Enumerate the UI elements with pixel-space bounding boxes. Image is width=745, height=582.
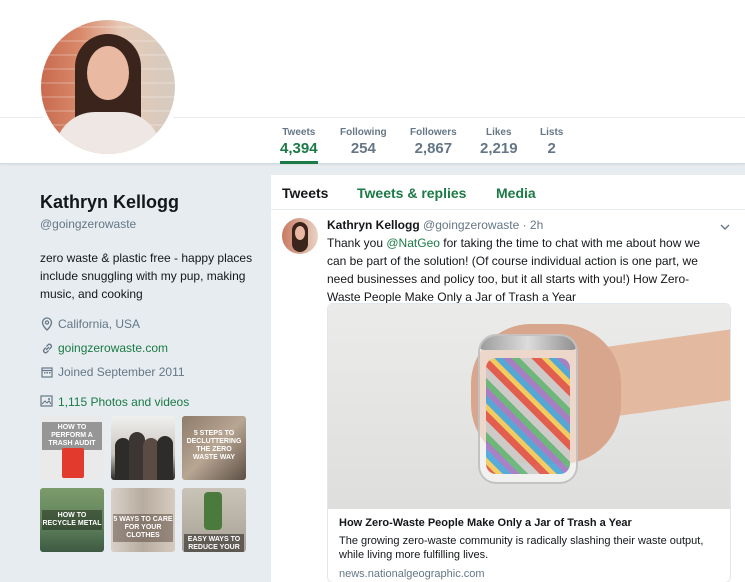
photo-thumbnail-caption: 5 ways to care for YOUR CLOTHES: [113, 514, 173, 542]
photo-thumbnail[interactable]: HOW TO recycle metal: [40, 488, 104, 552]
photos-and-videos-link[interactable]: 1,115 Photos and videos: [40, 395, 265, 409]
tab-tweets[interactable]: Tweets: [282, 185, 328, 201]
link-preview-description: The growing zero-waste community is radi…: [339, 535, 704, 561]
photo-thumbnail[interactable]: 5 steps to DECLUTTERING the zero waste W…: [182, 416, 246, 480]
photo-thumbnail[interactable]: easy ways to reduce your waste with the …: [182, 488, 246, 552]
profile-website: goingzerowaste.com: [40, 341, 265, 355]
timeline-panel: Tweets Tweets & replies Media Kathryn Ke…: [270, 175, 745, 582]
photo-icon: [40, 395, 54, 409]
location-pin-icon: [40, 317, 54, 331]
link-preview-domain: news.nationalgeographic.com: [339, 568, 485, 580]
stat-following-value: 254: [350, 140, 376, 157]
calendar-icon: [40, 365, 54, 379]
tweet-author-avatar[interactable]: [282, 218, 318, 254]
profile-website-link[interactable]: goingzerowaste.com: [58, 341, 168, 355]
link-preview-card[interactable]: How Zero-Waste People Make Only a Jar of…: [327, 303, 731, 582]
photo-thumbnail-caption: HOW TO recycle metal: [42, 510, 102, 530]
stat-tweets-value: 4,394: [280, 140, 318, 157]
profile-bio: zero waste & plastic free - happy places…: [40, 251, 253, 301]
tweet-text: Thank you @NatGeo for taking the time to…: [327, 234, 722, 306]
profile-avatar[interactable]: [36, 15, 180, 159]
stat-tweets-label: Tweets: [282, 127, 316, 138]
tab-media[interactable]: Media: [496, 185, 536, 201]
profile-name[interactable]: Kathryn Kellogg: [40, 192, 265, 213]
photo-thumbnail-caption: 5 steps to DECLUTTERING the zero waste W…: [186, 430, 242, 461]
photo-thumbnail[interactable]: [111, 416, 175, 480]
link-preview-body: How Zero-Waste People Make Only a Jar of…: [328, 509, 730, 580]
stat-lists[interactable]: Lists 2: [540, 127, 563, 157]
stat-likes[interactable]: Likes 2,219: [480, 127, 518, 157]
stat-followers-value: 2,867: [414, 140, 453, 157]
stat-following[interactable]: Following 254: [340, 127, 387, 157]
profile-avatar-photo: [41, 20, 175, 154]
stat-likes-label: Likes: [485, 127, 512, 138]
tweet-author-handle[interactable]: @goingzerowaste: [423, 218, 519, 232]
profile-sidebar: Kathryn Kellogg @goingzerowaste zero was…: [40, 192, 265, 552]
photos-and-videos-label[interactable]: 1,115 Photos and videos: [58, 395, 189, 409]
photo-thumbnail[interactable]: 5 ways to care for YOUR CLOTHES: [111, 488, 175, 552]
stat-lists-label: Lists: [540, 127, 564, 138]
stat-lists-value: 2: [547, 140, 556, 157]
profile-handle[interactable]: @goingzerowaste: [40, 217, 265, 231]
tweet[interactable]: Kathryn Kellogg @goingzerowaste · 2h Tha…: [271, 211, 745, 582]
photo-thumbnail[interactable]: How to perform a TRASH AUDIT: [40, 416, 104, 480]
tweet-mention-link[interactable]: @NatGeo: [386, 236, 440, 250]
link-preview-title: How Zero-Waste People Make Only a Jar of…: [339, 517, 632, 529]
stat-tweets[interactable]: Tweets 4,394: [280, 127, 318, 164]
tweet-timestamp[interactable]: · 2h: [523, 218, 544, 232]
tab-tweets-and-replies[interactable]: Tweets & replies: [357, 185, 466, 201]
stat-following-label: Following: [340, 127, 387, 138]
link-icon: [40, 341, 54, 355]
timeline-tabs: Tweets Tweets & replies Media: [271, 175, 745, 210]
stat-followers-label: Followers: [410, 127, 457, 138]
stat-likes-value: 2,219: [480, 140, 518, 157]
tweet-author-name[interactable]: Kathryn Kellogg: [327, 218, 420, 232]
profile-joined: Joined September 2011: [40, 365, 265, 379]
photo-thumbnail-caption: easy ways to reduce your waste with the …: [184, 534, 244, 552]
stat-followers[interactable]: Followers 2,867: [410, 127, 457, 157]
tweet-header: Kathryn Kellogg @goingzerowaste · 2h: [327, 218, 543, 232]
link-preview-image: [328, 304, 730, 509]
photo-grid: How to perform a TRASH AUDIT 5 steps to …: [40, 416, 265, 552]
profile-location-text: California, USA: [58, 317, 141, 331]
photo-thumbnail-caption: How to perform a TRASH AUDIT: [42, 422, 102, 450]
chevron-down-icon[interactable]: [720, 219, 730, 230]
tweet-text-part: Thank you: [327, 236, 387, 250]
profile-location: California, USA: [40, 317, 265, 331]
profile-joined-text: Joined September 2011: [58, 365, 185, 379]
